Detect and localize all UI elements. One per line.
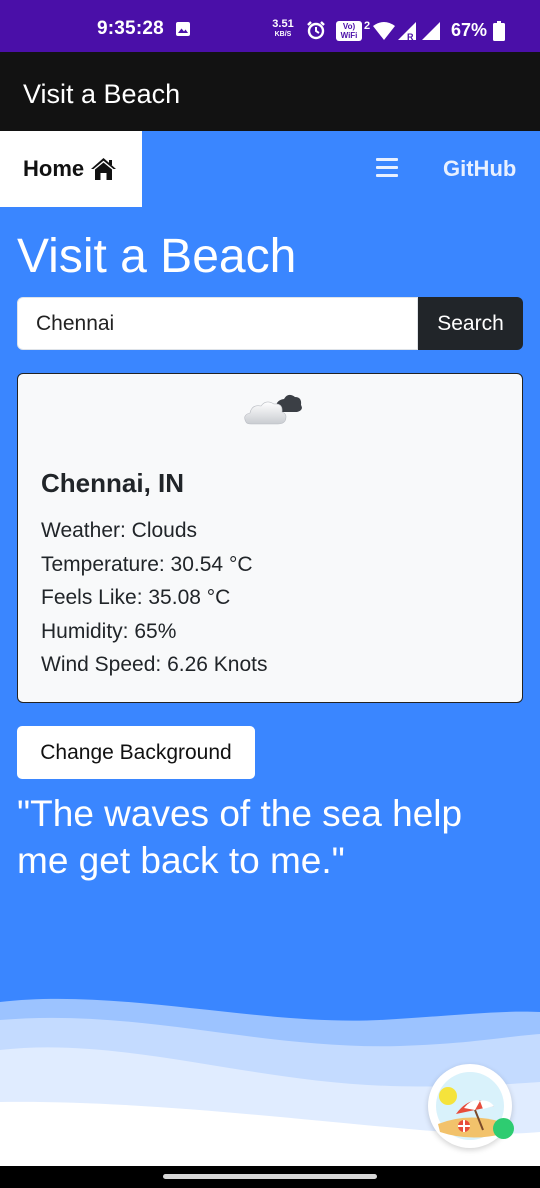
change-background-button[interactable]: Change Background (17, 726, 255, 779)
weather-humidity: Humidity: 65% (41, 619, 177, 643)
home-icon (91, 158, 117, 180)
signal-icon-secondary (422, 22, 440, 40)
nav-home-label: Home (23, 156, 85, 181)
cloud-icon (244, 394, 302, 425)
volte-label-bottom: WiFi (340, 31, 358, 40)
navbar: Home GitHub (0, 131, 540, 207)
wifi-icon (373, 22, 395, 40)
signal-roaming-label: R (407, 32, 414, 41)
image-icon (176, 22, 190, 36)
status-bar: 9:35:28 3.51 KB/S Vo) WiFi 2 R 67% (0, 0, 540, 52)
gesture-navigation-bar (0, 1166, 540, 1188)
city-search-input[interactable] (17, 297, 418, 350)
nav-home-link[interactable]: Home (0, 131, 142, 207)
battery-percentage: 67% (451, 20, 488, 40)
weather-temperature: Temperature: 30.54 °C (41, 552, 253, 576)
network-speed-unit: KB/S (274, 31, 292, 38)
network-speed: 3.51 KB/S (270, 18, 296, 39)
gesture-handle[interactable] (163, 1174, 377, 1179)
app-bar: Visit a Beach (0, 52, 540, 131)
search-button[interactable]: Search (418, 297, 523, 350)
hamburger-menu-icon[interactable] (376, 158, 398, 178)
network-speed-value: 3.51 (272, 18, 294, 30)
beach-quote: "The waves of the sea help me get back t… (17, 793, 463, 881)
weather-wind-speed: Wind Speed: 6.26 Knots (41, 653, 268, 676)
nav-github-link[interactable]: GitHub (443, 156, 516, 182)
status-dot (493, 1118, 514, 1139)
signal-icon: R (398, 22, 416, 41)
weather-details: Weather: Clouds Temperature: 30.54 °C Fe… (41, 514, 267, 682)
status-time: 9:35:28 (97, 18, 164, 39)
volte-number: 2 (364, 20, 371, 32)
weather-condition: Weather: Clouds (41, 519, 198, 542)
volte-label-top: Vo) (342, 22, 356, 31)
weather-city: Chennai, IN (41, 468, 185, 498)
volte-icon: Vo) WiFi (336, 21, 362, 41)
weather-feels-like: Feels Like: 35.08 °C (41, 586, 231, 609)
app-bar-title: Visit a Beach (23, 79, 181, 109)
alarm-icon (307, 21, 325, 40)
battery-icon (493, 21, 505, 41)
page-title: Visit a Beach (17, 230, 297, 283)
weather-card: Chennai, IN Weather: Clouds Temperature:… (17, 373, 523, 703)
